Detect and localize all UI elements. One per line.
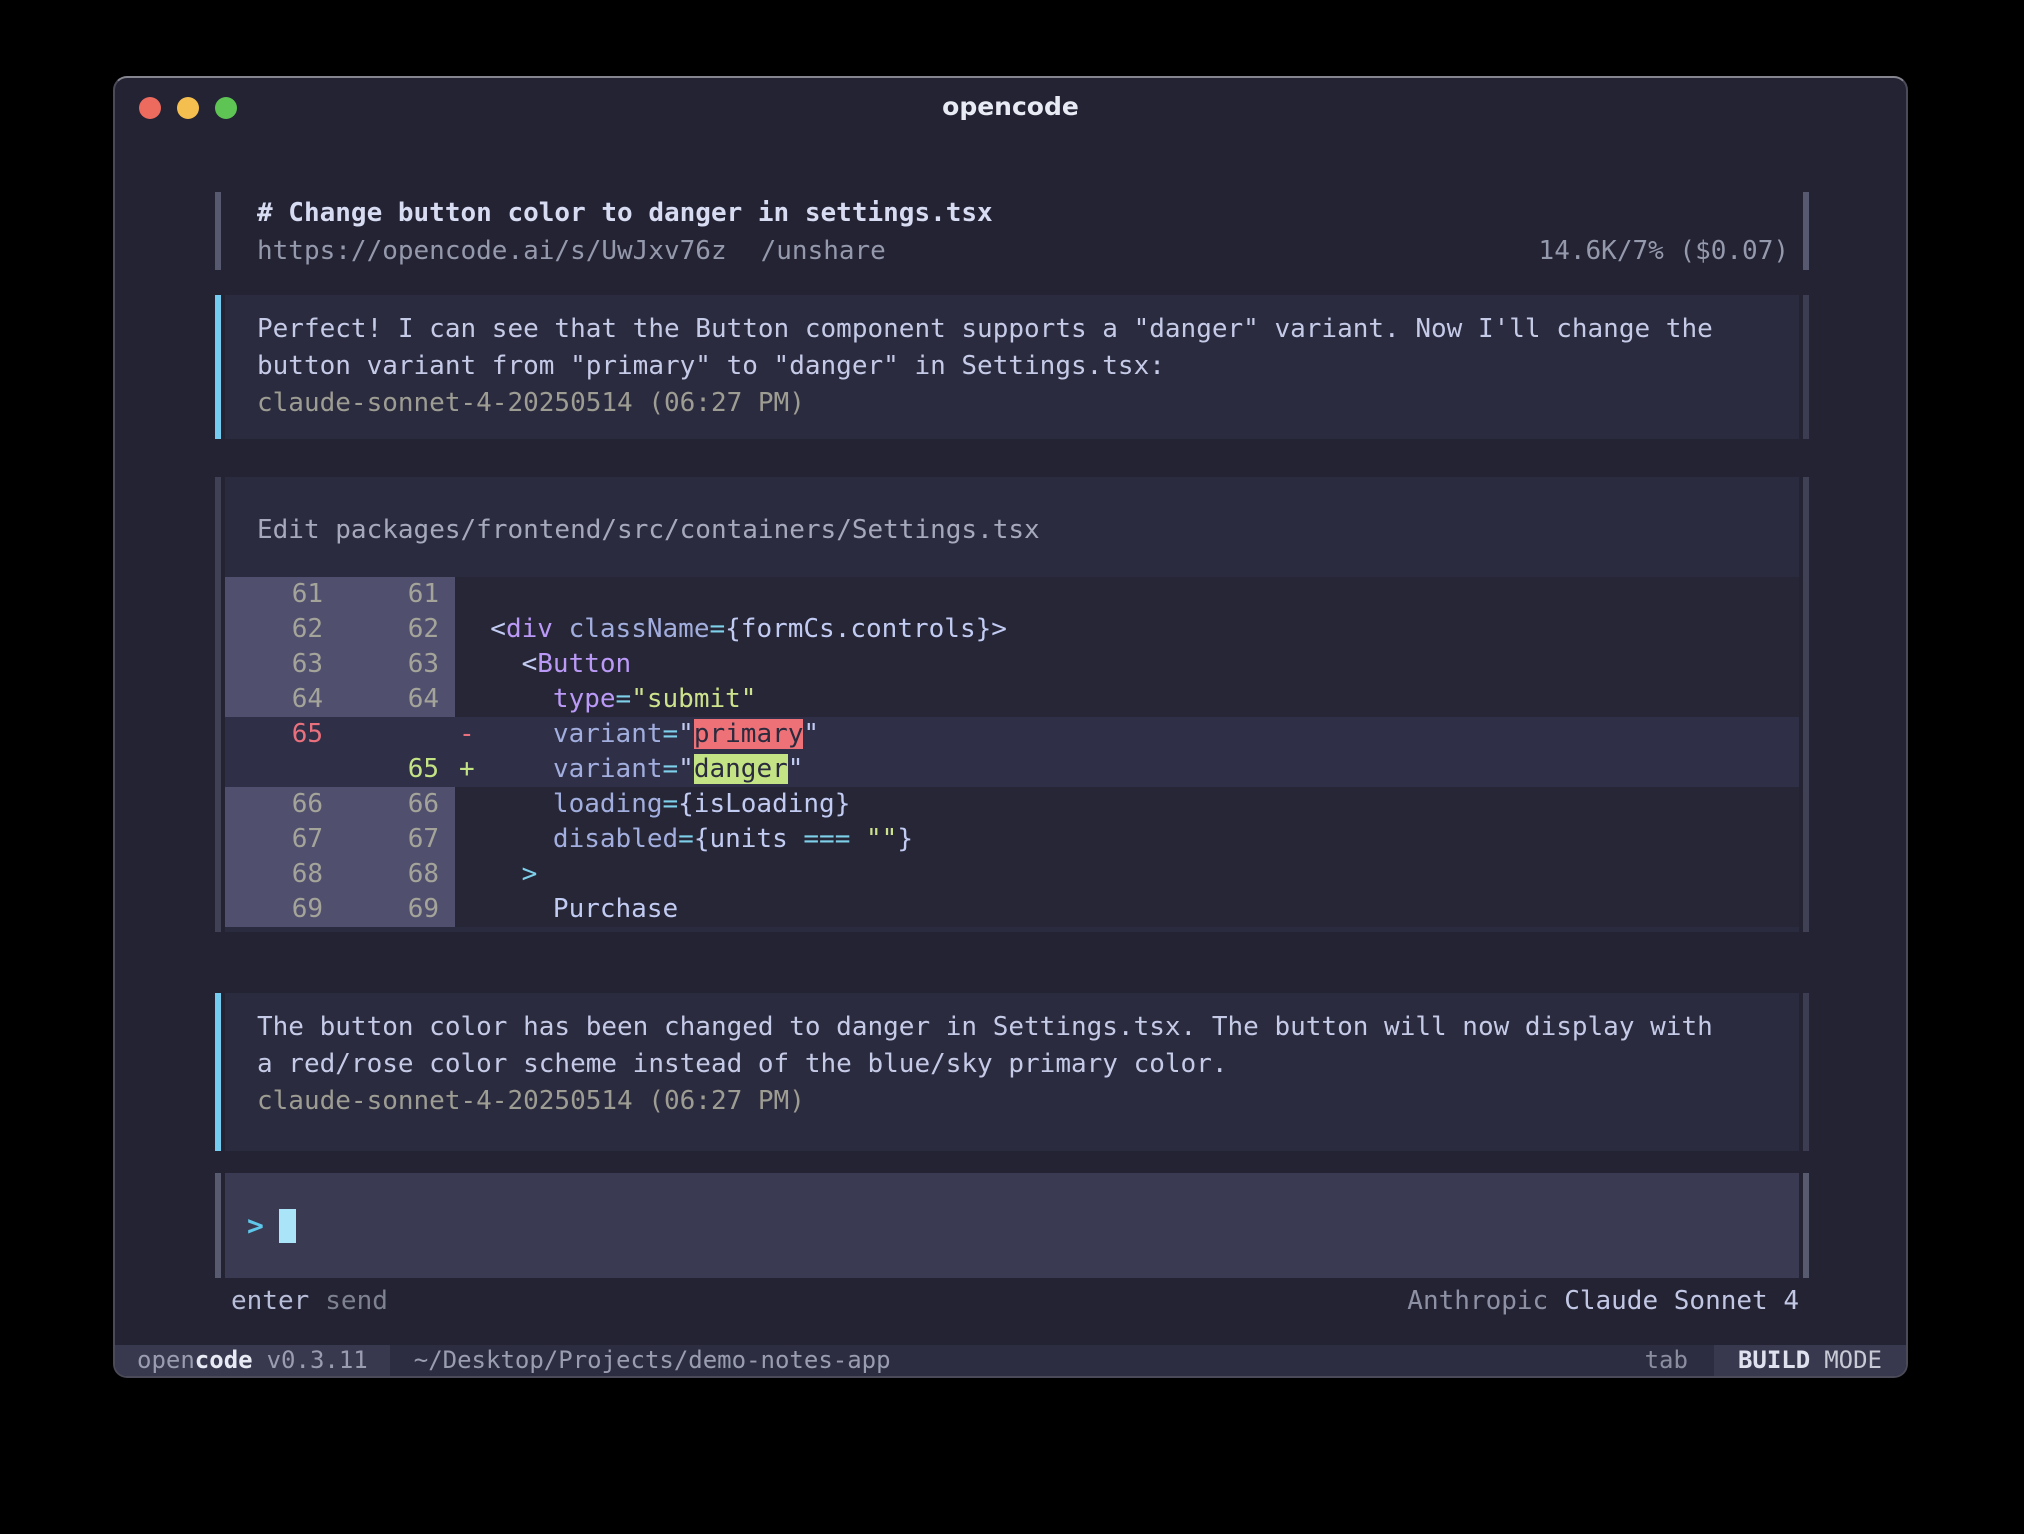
opencode-window: opencode # Change button color to danger… — [113, 76, 1908, 1378]
model-label: Claude Sonnet 4 — [1564, 1286, 1799, 1316]
app-version-chip: opencodev0.3.11 — [115, 1345, 390, 1376]
edit-right-border — [1803, 477, 1809, 932]
window-title: opencode — [115, 78, 1906, 136]
message-meta: claude-sonnet-4-20250514 (06:27 PM) — [257, 1083, 1779, 1120]
session-title: # Change button color to danger in setti… — [225, 192, 1799, 232]
diff-row: 6666 loading={isLoading} — [225, 787, 1799, 822]
text-cursor — [279, 1209, 296, 1243]
header-right-border — [1803, 192, 1809, 270]
diff-row: 6969 Purchase — [225, 892, 1799, 927]
working-directory: ~/Desktop/Projects/demo-notes-app — [414, 1345, 891, 1376]
diff-row: 65- variant="primary" — [225, 717, 1799, 752]
share-url[interactable]: https://opencode.ai/s/UwJxv76z — [257, 236, 727, 266]
diff-row: 6868 > — [225, 857, 1799, 892]
diff-row: 65+ variant="danger" — [225, 752, 1799, 787]
diff-row: 6262 <div className={formCs.controls}> — [225, 612, 1799, 647]
edit-tool-card: Edit packages/frontend/src/containers/Se… — [215, 477, 1809, 932]
diff-row: 6767 disabled={units === ""} — [225, 822, 1799, 857]
message-text: Perfect! I can see that the Button compo… — [257, 311, 1779, 385]
screen: opencode # Change button color to danger… — [0, 0, 2024, 1534]
send-hint: send — [325, 1286, 388, 1316]
message-right-border — [1803, 993, 1809, 1151]
assistant-message: The button color has been changed to dan… — [215, 993, 1809, 1151]
diff-view: 61616262 <div className={formCs.controls… — [225, 577, 1799, 927]
edit-file-path: Edit packages/frontend/src/containers/Se… — [225, 477, 1799, 577]
diff-row: 6161 — [225, 577, 1799, 612]
message-meta: claude-sonnet-4-20250514 (06:27 PM) — [257, 385, 1779, 422]
footer-row: enter send Anthropic Claude Sonnet 4 — [215, 1283, 1809, 1319]
message-right-border — [1803, 295, 1809, 439]
mode-chip[interactable]: BUILDMODE — [1714, 1345, 1906, 1376]
prompt-symbol: > — [247, 1209, 264, 1242]
unshare-command[interactable]: /unshare — [761, 236, 886, 266]
provider-label: Anthropic — [1407, 1286, 1548, 1316]
status-bar: opencodev0.3.11 ~/Desktop/Projects/demo-… — [115, 1345, 1906, 1376]
session-header: # Change button color to danger in setti… — [215, 192, 1809, 270]
message-text: The button color has been changed to dan… — [257, 1009, 1779, 1083]
input-right-border — [1803, 1173, 1809, 1278]
diff-row: 6363 <Button — [225, 647, 1799, 682]
titlebar: opencode — [115, 78, 1906, 136]
prompt-input-box[interactable]: > — [215, 1173, 1809, 1278]
tab-key-hint: tab — [1645, 1345, 1688, 1376]
enter-key-hint: enter — [231, 1286, 309, 1316]
token-usage: 14.6K/7% ($0.07) — [1539, 234, 1789, 268]
diff-row: 6464 type="submit" — [225, 682, 1799, 717]
assistant-message: Perfect! I can see that the Button compo… — [215, 295, 1809, 439]
